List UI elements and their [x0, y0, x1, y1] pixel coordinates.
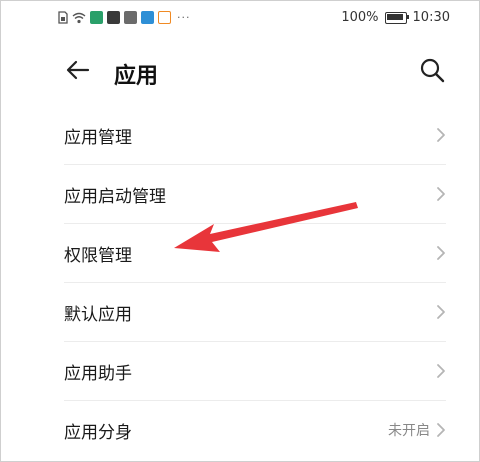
list-item-app-management[interactable]: 应用管理	[64, 106, 446, 165]
wifi-icon	[72, 12, 86, 23]
app-icon-3	[124, 11, 137, 24]
chevron-right-icon	[437, 423, 445, 437]
status-value: 未开启	[388, 423, 430, 439]
row-right: 未开启	[388, 401, 446, 459]
search-icon[interactable]	[418, 56, 446, 84]
row-right	[436, 165, 446, 223]
chevron-right-icon	[437, 187, 445, 201]
list-item-app-twin[interactable]: 应用分身 未开启	[64, 401, 446, 459]
app-icon-4	[141, 11, 154, 24]
app-icon-5	[158, 11, 171, 24]
battery-percent: 100%	[341, 10, 379, 25]
chevron-right-icon	[437, 246, 445, 260]
list-item-label: 应用管理	[64, 127, 132, 148]
row-right	[436, 106, 446, 164]
clock: 10:30	[412, 10, 450, 25]
row-right	[436, 283, 446, 341]
annotation-arrow-icon	[174, 202, 358, 252]
list-item-default-apps[interactable]: 默认应用	[64, 283, 446, 342]
app-icon-2	[107, 11, 120, 24]
row-right	[436, 224, 446, 282]
status-right: 100% 10:30	[341, 10, 450, 25]
battery-icon	[384, 11, 409, 24]
status-icons: ···	[58, 11, 191, 24]
list-item-label: 权限管理	[64, 245, 132, 266]
list-item-app-assistant[interactable]: 应用助手	[64, 342, 446, 401]
list-item-label: 默认应用	[64, 304, 132, 325]
settings-list: 应用管理 应用启动管理 权限管理 默认应用 应用助手 应用分身 未开启	[64, 106, 446, 459]
more-notifications: ···	[177, 11, 191, 24]
list-item-label: 应用分身	[64, 422, 132, 443]
chevron-right-icon	[437, 305, 445, 319]
page-title: 应用	[114, 64, 159, 89]
app-bar: 应用	[0, 50, 480, 94]
list-item-label: 应用启动管理	[64, 186, 166, 207]
row-right	[436, 342, 446, 400]
status-bar: ··· 100% 10:30	[0, 0, 480, 38]
sim-icon	[58, 11, 68, 24]
list-item-label: 应用助手	[64, 363, 132, 384]
chevron-right-icon	[437, 128, 445, 142]
back-arrow-icon[interactable]	[64, 56, 92, 84]
chevron-right-icon	[437, 364, 445, 378]
app-icon-1	[90, 11, 103, 24]
